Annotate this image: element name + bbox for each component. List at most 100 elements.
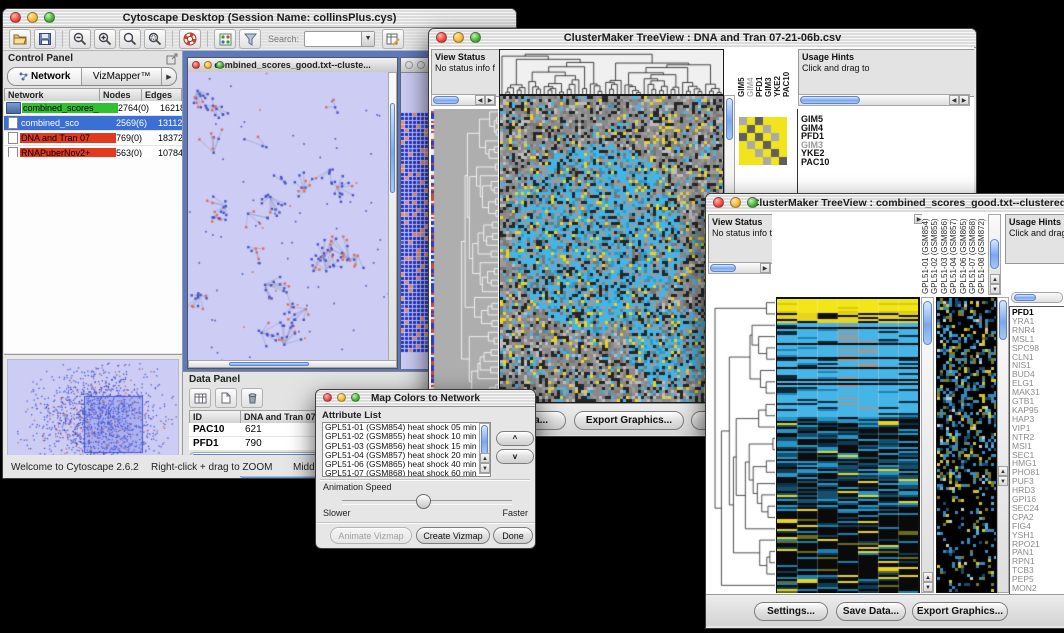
column-header-nodes[interactable]: Nodes [100,88,142,102]
heatmap-global-canvas[interactable] [776,297,919,593]
network-table-row[interactable]: combined_sco2569(6)13112(15) [4,116,182,131]
animate-vizmap-button[interactable]: Animate Vizmap [330,527,412,544]
tv2-column-label: GPL51-03 (GSM856) [941,214,949,294]
minimize-button[interactable] [337,393,346,402]
minimize-button[interactable] [417,61,425,69]
attribute-table-icon[interactable] [382,29,404,49]
treeview2-titlebar[interactable]: ClusterMaker TreeView : combined_scores_… [706,194,1064,213]
network-canvas[interactable] [188,72,388,362]
tv2-labels-vscrollbar[interactable]: ▲▼ [988,214,1001,295]
network-table-row[interactable]: DNA and Tran 07769(0)183728(0) [4,131,182,146]
tv2-column-label: GPL51-07 (GSM868) [969,214,977,294]
column-header-edges[interactable]: Edges [142,88,182,102]
scrollbar-thumb[interactable] [1014,294,1036,301]
heatmap-zoom-canvas[interactable] [936,297,997,593]
zoom-selected-icon[interactable] [144,29,166,49]
tv1-gene-item[interactable]: PAC10 [801,158,829,167]
tv2-left-hscrollbar[interactable]: ▶ [708,262,771,274]
search-combobox[interactable]: ▼ [304,31,375,47]
zoom-fit-icon[interactable] [119,29,141,49]
save-session-icon[interactable] [34,29,56,49]
scrollbar-thumb[interactable] [990,239,999,269]
column-header-network[interactable]: Network [4,88,100,102]
scrollbar-thumb[interactable] [800,96,860,104]
close-button[interactable] [192,61,200,69]
scrollbar-thumb[interactable] [710,264,736,272]
attribute-list-item[interactable]: GPL51-06 (GSM865) heat shock 40 min [323,460,490,469]
scrollbar-thumb[interactable] [433,96,459,104]
correlation-matrix-canvas[interactable] [739,117,787,165]
attribute-list-item[interactable]: GPL51-07 (GSM868) heat shock 60 min [323,469,490,477]
attribute-list-item[interactable]: GPL51-04 (GSM857) heat shock 20 min [323,451,490,460]
minimize-button[interactable] [204,61,212,69]
scrollbar-thumb[interactable] [923,301,932,345]
zoom-button[interactable] [216,61,224,69]
scrollbar-thumb[interactable] [229,362,309,366]
tv1-genes-hscrollbar[interactable]: ◀▶ [798,94,970,106]
export-graphics-button[interactable]: Export Graphics... [912,602,1008,621]
minimize-button[interactable] [453,32,464,43]
tv2-heatmap-vscrollbar[interactable]: ▲▼ [921,297,934,593]
dialog-titlebar[interactable]: Map Colors to Network [316,390,535,407]
zoom-button[interactable] [351,393,360,402]
tv1-left-hscrollbar[interactable]: ◀▶ [431,94,496,106]
scrollbar-thumb[interactable] [999,300,1007,340]
speed-slider-thumb[interactable] [416,494,431,509]
attribute-list-item[interactable]: GPL51-02 (GSM855) heat shock 10 min [323,432,490,441]
search-input[interactable] [305,33,361,45]
open-session-icon[interactable] [9,29,31,49]
done-button[interactable]: Done [493,527,533,544]
minimize-button[interactable] [730,197,741,208]
network-table-row[interactable]: combined_scores_2764(0)16218(0) [4,101,182,116]
gene-dendrogram-canvas[interactable] [708,297,775,591]
array-dendrogram-canvas[interactable] [499,49,724,95]
scrollbar-thumb[interactable] [726,98,733,140]
network-view-titlebar[interactable]: combined_scores_good.txt--cluste... [188,58,397,73]
create-vizmap-button[interactable]: Create Vizmap [416,527,490,544]
close-button[interactable] [323,393,332,402]
attribute-listbox[interactable]: GPL51-01 (GSM854) heat shock 05 minGPL51… [322,422,491,477]
treeview1-titlebar[interactable]: ClusterMaker TreeView : DNA and Tran 07-… [429,29,976,48]
attribute-list-scrollbar[interactable]: ▲▼ [479,423,490,474]
settings-button[interactable]: Settings... [754,602,828,621]
zoom-in-icon[interactable] [94,29,116,49]
tv2-array-tree-area[interactable] [772,214,918,295]
help-lifesaver-icon[interactable] [179,29,201,49]
move-up-button[interactable]: ^ [496,431,534,446]
tab-vizmapper[interactable]: VizMapper™ [82,68,162,85]
minimize-button[interactable] [27,12,38,23]
vizmapper-icon[interactable] [239,29,261,49]
close-button[interactable] [713,197,724,208]
search-dropdown-icon[interactable]: ▼ [361,32,374,46]
attribute-select-icon[interactable] [189,388,211,408]
close-button[interactable] [10,12,21,23]
zoom-button[interactable] [44,12,55,23]
attribute-list-item[interactable]: GPL51-01 (GSM854) heat shock 05 min [323,423,490,432]
new-attribute-icon[interactable] [215,388,237,408]
save-data-button[interactable]: Save Data... [836,602,906,621]
gene-dendrogram-canvas[interactable] [431,109,498,399]
column-header-id[interactable]: ID [189,410,241,424]
move-down-button[interactable]: v [496,449,534,464]
close-button[interactable] [405,61,413,69]
tv2-genes-hscrollbar[interactable] [1011,292,1063,303]
annotation-icon[interactable] [214,29,236,49]
tab-overflow-arrow[interactable]: ▶ [162,68,176,85]
gene-id-cell: PFD1 [189,438,241,449]
heatmap-global-canvas[interactable] [499,95,724,403]
delete-attribute-icon[interactable] [241,388,263,408]
tab-network[interactable]: Network [8,68,82,85]
tv2-zoom-vscrollbar[interactable]: ▲▼ [997,297,1009,593]
main-titlebar[interactable]: Cytoscape Desktop (Session Name: collins… [3,9,516,28]
tv2-gene-item[interactable]: MON2 [1012,584,1040,593]
zoom-button[interactable] [470,32,481,43]
network-horizontal-scrollbar[interactable] [188,360,397,368]
network-vertical-scrollbar[interactable] [388,72,397,362]
scrollbar-thumb[interactable] [481,425,488,455]
zoom-out-icon[interactable] [69,29,91,49]
attribute-list-item[interactable]: GPL51-03 (GSM856) heat shock 15 min [323,442,490,451]
close-button[interactable] [436,32,447,43]
scrollbar-thumb[interactable] [390,103,395,193]
zoom-button[interactable] [747,197,758,208]
export-graphics-button[interactable]: Export Graphics... [574,411,684,430]
